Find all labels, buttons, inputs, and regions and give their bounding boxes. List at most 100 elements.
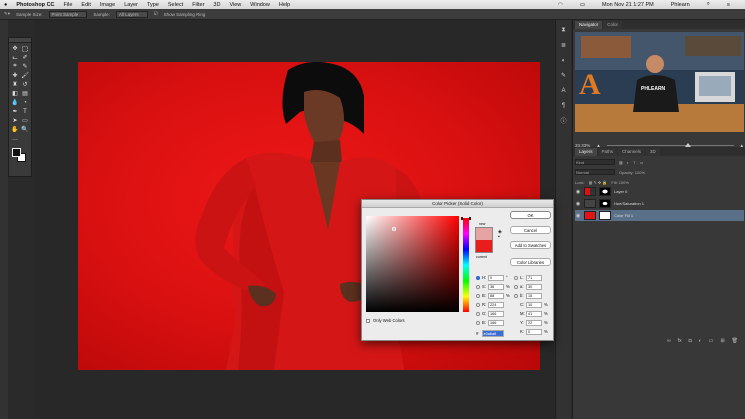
- menu-filter[interactable]: Filter: [192, 2, 204, 8]
- apple-menu-icon[interactable]: ●: [4, 2, 7, 8]
- filter-shape-icon[interactable]: ▭: [640, 160, 644, 165]
- info-panel-icon[interactable]: ⓘ: [559, 116, 569, 125]
- brush-tool-icon[interactable]: 🖌: [21, 72, 29, 79]
- clone-stamp-tool-icon[interactable]: ♜: [11, 81, 19, 88]
- saturation-input[interactable]: 36: [488, 283, 504, 290]
- only-web-colors-checkbox[interactable]: [366, 318, 370, 323]
- add-to-swatches-button[interactable]: Add to Swatches: [510, 241, 551, 249]
- menu-image[interactable]: Image: [100, 2, 115, 8]
- black-input[interactable]: 0: [526, 328, 542, 335]
- delete-layer-icon[interactable]: 🗑: [732, 338, 738, 347]
- navigator-zoom-knob[interactable]: [685, 142, 692, 147]
- foreground-color-swatch[interactable]: [12, 148, 21, 157]
- hue-input[interactable]: 0: [488, 274, 504, 281]
- filter-pixel-icon[interactable]: ▦: [619, 160, 623, 165]
- eyedropper-tool-icon[interactable]: ✎: [21, 63, 29, 70]
- layer-style-icon[interactable]: fx: [678, 338, 682, 347]
- green-input[interactable]: 166: [488, 310, 504, 317]
- menu-user[interactable]: Phlearn: [671, 2, 690, 8]
- visibility-eye-icon[interactable]: ◉: [575, 213, 581, 219]
- current-color-swatch[interactable]: [475, 240, 493, 253]
- hue-radio[interactable]: [476, 275, 480, 280]
- history-panel-icon[interactable]: ⧗: [559, 26, 569, 35]
- link-layers-icon[interactable]: ∞: [667, 338, 671, 347]
- pen-tool-icon[interactable]: ✒: [11, 108, 19, 115]
- saturation-radio[interactable]: [476, 284, 480, 289]
- hand-tool-icon[interactable]: ✋: [11, 126, 19, 133]
- cyan-input[interactable]: 10: [526, 301, 542, 308]
- tab-navigator[interactable]: Navigator: [575, 21, 603, 29]
- green-radio[interactable]: [476, 311, 480, 316]
- properties-panel-icon[interactable]: ≣: [559, 41, 569, 50]
- zoom-tool-icon[interactable]: 🔍: [21, 126, 29, 133]
- opacity-field[interactable]: Opacity: 100%: [619, 170, 645, 175]
- tab-layers[interactable]: Layers: [575, 148, 597, 156]
- filter-adjust-icon[interactable]: ◐: [627, 160, 629, 165]
- magenta-input[interactable]: 41: [526, 310, 542, 317]
- brightness-radio[interactable]: [476, 293, 480, 298]
- new-adjustment-icon[interactable]: ◐: [699, 338, 702, 347]
- menu-help[interactable]: Help: [279, 2, 290, 8]
- move-tool-icon[interactable]: ✥: [11, 45, 19, 52]
- sample-size-select[interactable]: Point Sample: [48, 10, 88, 18]
- layer-kind-filter[interactable]: Kind: [575, 159, 615, 165]
- hex-input[interactable]: e0a6a6: [481, 330, 504, 337]
- notification-center-icon[interactable]: ≡: [727, 2, 730, 8]
- red-radio[interactable]: [476, 302, 480, 307]
- layer-mask-thumbnail[interactable]: [599, 199, 611, 208]
- layer-row-layer-0[interactable]: ◉ Layer 0: [575, 186, 744, 197]
- layer-name[interactable]: Color Fill 1: [614, 213, 633, 218]
- eraser-tool-icon[interactable]: ◧: [11, 90, 19, 97]
- color-field[interactable]: [366, 216, 459, 312]
- quick-select-tool-icon[interactable]: ✐: [21, 54, 29, 61]
- blur-tool-icon[interactable]: 💧: [11, 99, 19, 106]
- color-field-picker-ring[interactable]: [392, 227, 396, 231]
- history-brush-tool-icon[interactable]: ↺: [21, 81, 29, 88]
- layer-row-color-fill[interactable]: ◉ Color Fill 1: [575, 210, 744, 221]
- lab-l-input[interactable]: 71: [526, 274, 542, 281]
- color-libraries-button[interactable]: Color Libraries: [510, 258, 551, 266]
- sample-select[interactable]: All Layers: [115, 10, 148, 18]
- new-layer-icon[interactable]: ⊞: [720, 338, 724, 347]
- lab-l-radio[interactable]: [514, 275, 518, 280]
- menu-clock[interactable]: Mon Nov 21 1:27 PM: [602, 2, 654, 8]
- blend-mode-select[interactable]: Normal: [575, 169, 615, 175]
- blue-input[interactable]: 166: [488, 319, 504, 326]
- menu-window[interactable]: Window: [250, 2, 270, 8]
- battery-icon[interactable]: ▭: [580, 2, 585, 8]
- lasso-tool-icon[interactable]: ᓚ: [11, 54, 19, 61]
- lab-b-radio[interactable]: [514, 293, 518, 298]
- menu-file[interactable]: File: [64, 2, 73, 8]
- lab-b-input[interactable]: 15: [526, 292, 542, 299]
- tab-color[interactable]: Color: [603, 21, 623, 29]
- layer-name[interactable]: Hue/Saturation 1: [614, 201, 644, 206]
- hue-slider[interactable]: [461, 217, 471, 312]
- add-mask-icon[interactable]: ◘: [689, 338, 692, 347]
- tab-3d[interactable]: 3D: [646, 148, 660, 156]
- gradient-tool-icon[interactable]: ▤: [21, 90, 29, 97]
- lab-a-radio[interactable]: [514, 284, 518, 289]
- show-sampling-ring-checkbox[interactable]: ☑: [154, 11, 158, 17]
- character-panel-icon[interactable]: A: [559, 86, 569, 95]
- hue-slider-knob[interactable]: [461, 217, 471, 220]
- marquee-tool-icon[interactable]: [21, 45, 29, 52]
- new-group-icon[interactable]: ▭: [709, 338, 714, 347]
- fill-field[interactable]: Fill: 100%: [611, 180, 629, 185]
- out-of-gamut-icon[interactable]: ◈ ▪: [498, 230, 502, 240]
- adjustments-panel-icon[interactable]: ◐: [559, 56, 569, 65]
- type-tool-icon[interactable]: T: [21, 108, 29, 115]
- more-tools-icon[interactable]: …: [11, 135, 19, 142]
- healing-brush-tool-icon[interactable]: ✚: [11, 72, 19, 79]
- layer-mask-thumbnail[interactable]: [599, 187, 611, 196]
- visibility-eye-icon[interactable]: ◉: [575, 189, 581, 195]
- layer-name[interactable]: Layer 0: [614, 189, 627, 194]
- tab-channels[interactable]: Channels: [618, 148, 646, 156]
- cancel-button[interactable]: Cancel: [510, 226, 551, 234]
- layer-mask-thumbnail[interactable]: [599, 211, 611, 220]
- color-picker-title[interactable]: Color Picker (Solid Color): [362, 200, 553, 208]
- menu-3d[interactable]: 3D: [213, 2, 220, 8]
- brush-panel-icon[interactable]: ✎: [559, 71, 569, 80]
- tab-paths[interactable]: Paths: [597, 148, 618, 156]
- eyedropper-tool-preset-icon[interactable]: ✎▾: [4, 11, 10, 17]
- spotlight-icon[interactable]: ⌕: [707, 1, 710, 8]
